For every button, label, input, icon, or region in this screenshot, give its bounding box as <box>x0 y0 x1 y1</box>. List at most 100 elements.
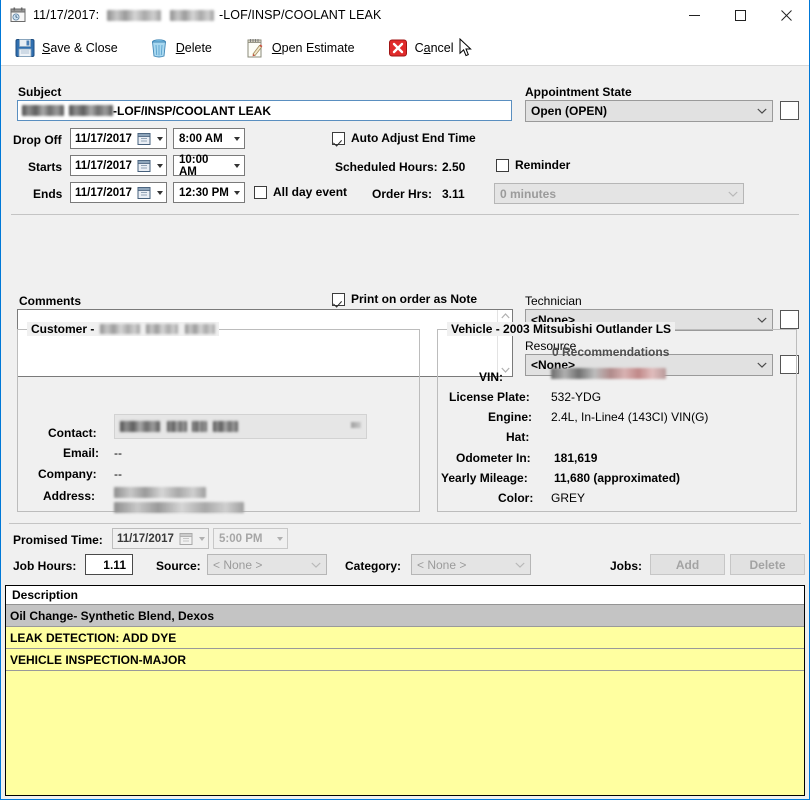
ends-date-value: 11/17/2017 <box>75 186 132 199</box>
auto-adjust-checkbox-box[interactable] <box>332 131 345 145</box>
ends-time-picker[interactable]: 12:30 PM <box>173 182 245 203</box>
subject-input[interactable]: -LOF/INSP/COOLANT LEAK <box>17 100 512 121</box>
reminder-minutes-value: 0 minutes <box>500 186 557 201</box>
mouse-cursor <box>459 37 473 58</box>
drop-off-time-dropdown-arrow[interactable] <box>229 129 244 148</box>
save-and-close-button[interactable]: Save & Close <box>10 33 122 63</box>
starts-time-dropdown-arrow[interactable] <box>229 156 244 175</box>
drop-off-date-picker[interactable]: 11/17/2017 <box>70 128 167 149</box>
all-day-event-checkbox[interactable]: All day event <box>254 185 347 199</box>
promised-time-dropdown-arrow <box>272 529 287 548</box>
starts-date-dropdown-arrow[interactable] <box>153 156 166 175</box>
scheduled-hours-label: Scheduled Hours: <box>335 160 438 174</box>
source-label: Source: <box>156 559 201 573</box>
table-row[interactable]: VEHICLE INSPECTION-MAJOR <box>6 649 804 671</box>
description-row-text: LEAK DETECTION: ADD DYE <box>10 630 177 645</box>
jobs-delete-button: Delete <box>730 554 805 575</box>
reminder-label: Reminder <box>515 158 571 172</box>
window-title-redacted-name <box>106 10 161 21</box>
odometer-in-value: 181,619 <box>554 451 598 465</box>
contact-redacted-second <box>167 421 187 432</box>
print-on-order-checkbox-box[interactable] <box>332 292 345 306</box>
description-grid-empty-area[interactable] <box>6 671 804 795</box>
customer-name-redacted <box>99 324 140 334</box>
auto-adjust-end-time-checkbox[interactable]: Auto Adjust End Time <box>332 131 476 145</box>
section-divider <box>11 214 799 215</box>
engine-value: 2.4L, In-Line4 (143CI) VIN(G) <box>551 410 709 424</box>
red-x-icon <box>387 37 409 59</box>
order-hrs-label: Order Hrs: <box>372 187 433 201</box>
all-day-checkbox-box[interactable] <box>254 185 267 199</box>
window-title-suffix: -LOF/INSP/COOLANT LEAK <box>218 8 382 22</box>
technician-label: Technician <box>525 294 582 308</box>
cancel-label: Cancel <box>414 41 454 55</box>
technician-extra-button[interactable] <box>780 310 799 329</box>
appointment-state-extra-button[interactable] <box>780 101 799 120</box>
drop-off-date-dropdown-arrow[interactable] <box>153 129 166 148</box>
customer-group-label: Customer - <box>27 322 220 336</box>
promised-date-picker[interactable]: 11/17/2017 <box>112 528 209 549</box>
odometer-in-label: Odometer In: <box>456 451 531 465</box>
company-label: Company: <box>38 467 97 481</box>
address-line2-redacted <box>114 502 244 513</box>
starts-date-picker[interactable]: 11/17/2017 <box>70 155 167 176</box>
ends-time-value: 12:30 PM <box>179 186 229 199</box>
jobs-add-button: Add <box>650 554 725 575</box>
job-hours-input[interactable]: 1.11 <box>85 554 133 575</box>
category-value: < None > <box>417 557 467 572</box>
table-row[interactable]: LEAK DETECTION: ADD DYE <box>6 627 804 649</box>
print-on-order-label: Print on order as Note <box>351 292 478 306</box>
close-button[interactable] <box>763 0 809 31</box>
starts-date-value: 11/17/2017 <box>75 159 132 172</box>
contact-redacted-third <box>192 421 207 432</box>
jobs-label: Jobs: <box>610 559 643 573</box>
scroll-up-icon <box>500 313 510 319</box>
drop-off-date-value: 11/17/2017 <box>75 132 132 145</box>
category-label: Category: <box>345 559 402 573</box>
chevron-down-icon <box>510 562 530 568</box>
minimize-button[interactable] <box>671 0 717 31</box>
promised-date-dropdown-arrow[interactable] <box>195 529 208 548</box>
ends-date-picker[interactable]: 11/17/2017 <box>70 182 167 203</box>
table-row[interactable]: Oil Change- Synthetic Blend, Dexos <box>6 605 804 627</box>
window-title-date: 11/17/2017: <box>33 8 100 22</box>
starts-time-picker[interactable]: 10:00 AM <box>173 154 245 178</box>
save-and-close-label: Save & Close <box>42 41 118 55</box>
company-value: -- <box>114 467 122 481</box>
title-bar: 11/17/2017: -LOF/INSP/COOLANT LEAK <box>1 0 809 31</box>
contact-value-box[interactable] <box>114 414 367 439</box>
source-select: < None > <box>207 554 327 575</box>
subject-label: Subject <box>18 85 62 99</box>
appointment-state-value: Open (OPEN) <box>531 104 608 118</box>
drop-off-time-picker[interactable]: 8:00 AM <box>173 128 245 149</box>
open-estimate-button[interactable]: Open Estimate <box>240 33 359 63</box>
description-grid-header: Description <box>6 586 804 605</box>
print-on-order-checkbox[interactable]: Print on order as Note <box>332 292 477 306</box>
reminder-minutes-select: 0 minutes <box>494 183 744 204</box>
subject-redacted-customer <box>22 105 64 116</box>
footer-divider <box>9 523 801 524</box>
ends-time-dropdown-arrow[interactable] <box>229 183 244 202</box>
ends-date-dropdown-arrow[interactable] <box>153 183 166 202</box>
calendar-icon <box>10 7 26 23</box>
window-title: 11/17/2017: -LOF/INSP/COOLANT LEAK <box>33 8 381 22</box>
promised-time-label: Promised Time: <box>13 533 103 547</box>
vehicle-recommendations[interactable]: 0 Recommendations <box>552 345 669 359</box>
description-row-text: Oil Change- Synthetic Blend, Dexos <box>10 608 215 623</box>
cancel-button[interactable]: Cancel <box>383 33 458 63</box>
maximize-button[interactable] <box>717 0 763 31</box>
chevron-down-icon <box>752 108 772 114</box>
appointment-state-select[interactable]: Open (OPEN) <box>525 100 773 122</box>
customer-group-label-text: Customer - <box>31 322 95 336</box>
appointment-state-label: Appointment State <box>525 85 632 99</box>
reminder-checkbox-box[interactable] <box>496 158 509 172</box>
trash-can-icon <box>148 37 170 59</box>
window-controls <box>671 0 809 31</box>
scheduled-hours-value: 2.50 <box>442 160 466 174</box>
vehicle-group-label: Vehicle - 2003 Mitsubishi Outlander LS <box>447 322 676 336</box>
contact-redacted-first <box>120 421 160 432</box>
customer-name-redacted2 <box>146 324 179 334</box>
delete-button[interactable]: Delete <box>144 33 216 63</box>
window-title-redacted-name2 <box>170 10 215 21</box>
reminder-checkbox[interactable]: Reminder <box>496 158 570 172</box>
